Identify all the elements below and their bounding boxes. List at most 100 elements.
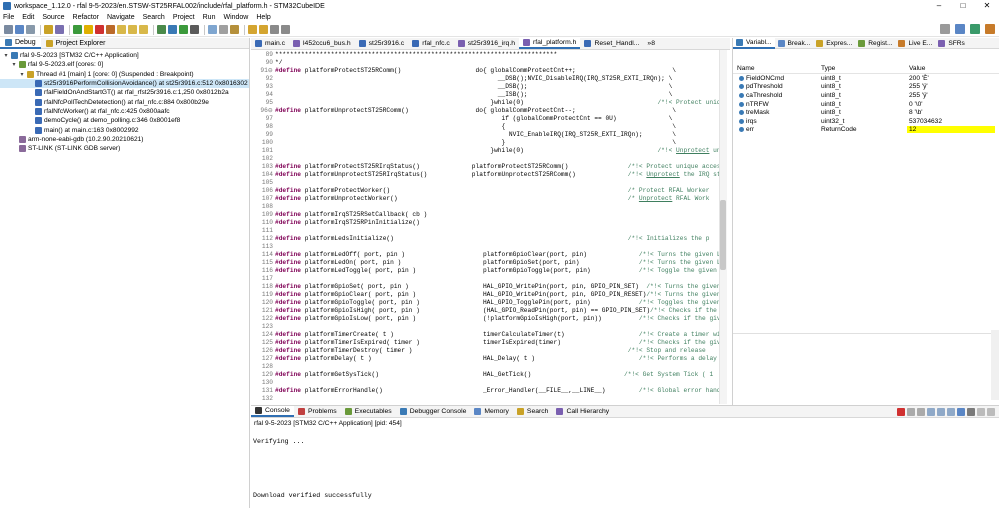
debug-perspective-icon[interactable] [970,24,980,34]
quick-access-icon[interactable] [940,24,950,34]
close-button[interactable]: ✕ [975,0,999,12]
debug-tree-item[interactable]: st25r3916PerformCollisionAvoidance() at … [0,78,249,89]
debug-tree-item[interactable]: ST-LINK (ST-LINK GDB server) [0,144,249,153]
debug-tree-item[interactable]: demoCycle() at demo_polling.c:346 0x8001… [0,116,249,125]
minimize-button[interactable]: – [927,0,951,12]
variable-value[interactable]: 200 'È' [907,75,995,82]
code-view[interactable]: 89 **************************************… [251,51,721,405]
save-all-icon[interactable] [26,25,35,34]
pin-console-icon[interactable] [947,408,955,416]
tab-console[interactable]: Console [251,406,294,417]
variable-row[interactable]: pdThreshold uint8_t 255 'ÿ' [733,83,999,92]
open-console-icon[interactable] [967,408,975,416]
debug-tree-item[interactable]: main() at main.c:163 0x8002992 [0,125,249,134]
step-return-icon[interactable] [139,25,148,34]
scroll-lock-icon[interactable] [927,408,935,416]
debug-tree-item[interactable]: ▾ Thread #1 [main] 1 [core: 0] (Suspended… [0,70,249,79]
tab-debug[interactable]: Debug [0,37,41,49]
variable-row[interactable]: FieldONCmd uint8_t 200 'È' [733,74,999,83]
variable-row[interactable]: irqs uint32_t 537034632 [733,117,999,126]
menu-refactor[interactable]: Refactor [73,14,99,21]
tab-registers[interactable]: Regist... [855,38,895,49]
menu-file[interactable]: File [3,14,14,21]
debug-tree-item[interactable]: rfalNfcWorker() at rfal_nfc.c:425 0x800a… [0,107,249,116]
prev-annotation-icon[interactable] [259,25,268,34]
tab-breakpoints[interactable]: Break... [775,38,814,49]
debug-tree-item[interactable]: rfalFieldOnAndStartGT() at rfal_rfst25r3… [0,88,249,97]
variable-row[interactable]: caThreshold uint8_t 255 'ÿ' [733,91,999,100]
debug-run-icon[interactable] [157,25,166,34]
terminate-console-icon[interactable] [897,408,905,416]
debug-tree-item[interactable]: rfalNfcPollTechDetetection() at rfal_nfc… [0,97,249,106]
tab-search[interactable]: Search [513,406,553,417]
variable-value[interactable]: 255 'ÿ' [907,92,995,99]
menu-search[interactable]: Search [143,14,165,21]
variable-value[interactable]: 255 'ÿ' [907,83,995,90]
editor-tab[interactable]: main.c [251,38,289,49]
debug-tree-item[interactable]: ▾ rfal 9-5-2023 [STM32 C/C++ Application] [0,51,249,60]
toggle-mark-icon[interactable] [230,25,239,34]
disconnect-icon[interactable] [106,25,115,34]
console-output[interactable]: Verifying ... Download verified successfu… [251,428,999,500]
variable-value[interactable]: 0 '\0' [907,101,995,108]
menu-navigate[interactable]: Navigate [107,14,135,21]
tab-problems[interactable]: Problems [294,406,341,417]
tab-sfrs[interactable]: SFRs [935,38,967,49]
editor-tab-overflow[interactable]: »8 [643,38,659,49]
menu-project[interactable]: Project [173,14,195,21]
variable-row[interactable]: err ReturnCode 12 [733,126,999,135]
editor-tab[interactable]: rfal_nfc.c [408,38,454,49]
open-type-icon[interactable] [208,25,217,34]
tab-project-explorer[interactable]: Project Explorer [41,38,111,49]
maximize-button[interactable]: □ [951,0,975,12]
expand-twisty-icon[interactable]: ▾ [3,52,9,59]
tab-call-hierarchy[interactable]: Call Hierarchy [552,406,613,417]
column-name[interactable]: Name [733,65,821,72]
editor-tab[interactable]: l452ccu6_bus.h [289,38,355,49]
save-icon[interactable] [15,25,24,34]
editor-tab[interactable]: rfal_platform.h [519,38,581,49]
variable-value[interactable]: 537034632 [907,118,995,125]
variables-scrollbar[interactable] [991,330,999,400]
word-wrap-icon[interactable] [937,408,945,416]
device-config-perspective-icon[interactable] [985,24,995,34]
tab-executables[interactable]: Executables [341,406,396,417]
column-value[interactable]: Value [907,65,995,72]
menu-window[interactable]: Window [223,14,248,21]
tab-expressions[interactable]: Expres... [813,38,855,49]
step-over-icon[interactable] [128,25,137,34]
minimize-view-icon[interactable] [977,408,985,416]
clear-console-icon[interactable] [917,408,925,416]
debug-tree-item[interactable]: arm-none-eabi-gdb (10.2.90.20210621) [0,135,249,144]
back-icon[interactable] [270,25,279,34]
variable-row[interactable]: treMask uint8_t 8 '\b' [733,108,999,117]
tab-variables[interactable]: Variabl... [733,37,775,49]
next-annotation-icon[interactable] [248,25,257,34]
external-tools-icon[interactable] [190,25,199,34]
expand-twisty-icon[interactable]: ▾ [19,71,25,78]
resume-icon[interactable] [73,25,82,34]
editor-tab[interactable]: st25r3916_irq.h [454,38,519,49]
debug-tree-item[interactable]: ▾ rfal 9-5-2023.elf [cores: 0] [0,60,249,69]
clean-icon[interactable] [55,25,64,34]
menu-edit[interactable]: Edit [22,14,34,21]
variable-value[interactable]: 8 '\b' [907,109,995,116]
suspend-icon[interactable] [84,25,93,34]
step-into-icon[interactable] [117,25,126,34]
editor-tab[interactable]: Reset_Handl... [580,38,643,49]
variable-row[interactable]: nTRFW uint8_t 0 '\0' [733,100,999,109]
forward-icon[interactable] [281,25,290,34]
cpp-perspective-icon[interactable] [955,24,965,34]
run-icon[interactable] [179,25,188,34]
remove-launch-icon[interactable] [907,408,915,416]
menu-help[interactable]: Help [256,14,270,21]
menu-run[interactable]: Run [203,14,216,21]
tab-debugger-console[interactable]: Debugger Console [396,406,471,417]
search-toolbar-icon[interactable] [219,25,228,34]
menu-source[interactable]: Source [42,14,64,21]
column-type[interactable]: Type [821,65,907,72]
display-console-icon[interactable] [957,408,965,416]
maximize-view-icon[interactable] [987,408,995,416]
expand-twisty-icon[interactable]: ▾ [11,61,17,68]
new-file-icon[interactable] [4,25,13,34]
